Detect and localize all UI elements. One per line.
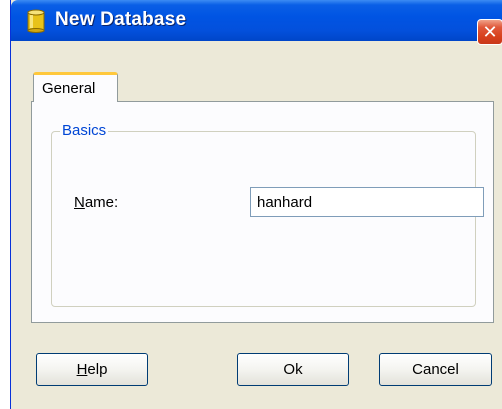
name-label: Name: bbox=[74, 194, 118, 211]
title-bar[interactable]: New Database ✕ bbox=[11, 0, 502, 45]
name-input[interactable] bbox=[250, 187, 484, 217]
cancel-button[interactable]: Cancel bbox=[379, 353, 492, 386]
name-label-text: ame: bbox=[84, 194, 119, 211]
help-button-mnemonic: H bbox=[76, 361, 88, 378]
name-label-mnemonic: N bbox=[74, 194, 85, 211]
close-button[interactable]: ✕ bbox=[477, 19, 502, 45]
new-database-dialog: New Database ✕ General Basics Name: Help… bbox=[10, 0, 502, 409]
database-icon bbox=[27, 9, 45, 33]
ok-button-label: Ok bbox=[283, 361, 303, 378]
help-button-label: elp bbox=[87, 361, 108, 378]
ok-button[interactable]: Ok bbox=[237, 353, 349, 386]
tab-general[interactable]: General bbox=[33, 72, 118, 102]
cancel-button-label: Cancel bbox=[412, 361, 459, 378]
basics-groupbox: Basics Name: bbox=[51, 122, 484, 307]
tab-panel-general: Basics Name: bbox=[31, 101, 494, 323]
basics-legend: Basics bbox=[60, 122, 109, 139]
help-button[interactable]: Help bbox=[36, 353, 148, 386]
window-title: New Database bbox=[55, 9, 187, 30]
close-icon: ✕ bbox=[482, 22, 498, 42]
tab-general-label: General bbox=[42, 80, 96, 97]
